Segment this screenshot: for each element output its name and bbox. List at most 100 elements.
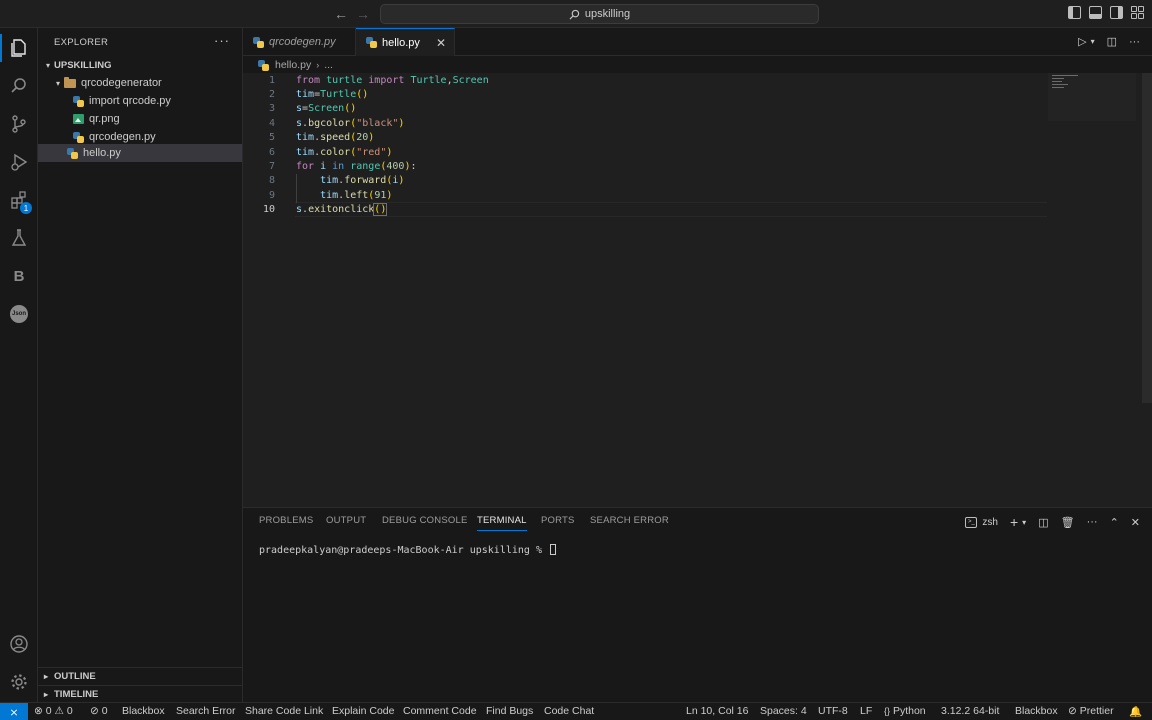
- split-editor-icon[interactable]: ◫: [1107, 35, 1117, 48]
- code-line: 2 tim=Turtle(): [268, 89, 369, 101]
- tab-qrcodegen[interactable]: qrcodegen.py: [243, 28, 356, 56]
- status-code-chat[interactable]: Code Chat: [544, 705, 594, 717]
- account-icon[interactable]: [0, 626, 38, 662]
- more-actions-icon[interactable]: ···: [1129, 36, 1140, 48]
- python-file-icon: [67, 147, 78, 159]
- extensions-badge: 1: [20, 202, 32, 214]
- search-label: upskilling: [584, 8, 631, 20]
- status-blackbox-right[interactable]: Blackbox: [1015, 705, 1058, 717]
- file-import-qrcode[interactable]: import qrcode.py: [38, 92, 242, 110]
- toggle-secondary-sidebar-icon[interactable]: [1110, 6, 1123, 19]
- terminal-selector[interactable]: >_ zsh: [965, 516, 998, 528]
- toggle-primary-sidebar-icon[interactable]: [1068, 6, 1081, 19]
- split-terminal-icon[interactable]: ◫: [1038, 516, 1048, 529]
- code-text: tim=Turtle(): [296, 89, 369, 101]
- tab-ports[interactable]: PORTS: [541, 515, 575, 526]
- status-bar: ⨯ ⊗ 0 ⚠ 0 ⊘ 0 Blackbox Search Error Shar…: [0, 702, 1152, 720]
- settings-gear-icon[interactable]: [0, 664, 38, 700]
- extensions-icon[interactable]: 1: [0, 182, 38, 218]
- chevron-down-icon[interactable]: ▾: [1091, 37, 1095, 46]
- tab-debug-console[interactable]: DEBUG CONSOLE: [382, 515, 467, 526]
- tab-search-error[interactable]: SEARCH ERROR: [590, 515, 669, 526]
- cursor-position[interactable]: Ln 10, Col 16: [686, 705, 748, 717]
- code-text: tim.forward(i): [320, 175, 405, 187]
- more-actions-icon[interactable]: ···: [214, 33, 230, 48]
- run-icon[interactable]: ▷: [1078, 35, 1086, 48]
- status-explain-code[interactable]: Explain Code: [332, 705, 394, 717]
- layout-controls: [1068, 6, 1144, 19]
- editor-actions: ▷ ▾ ◫ ···: [1078, 35, 1140, 49]
- code-text: for i in range(400):: [296, 161, 417, 173]
- close-icon[interactable]: ✕: [436, 36, 446, 50]
- python-interpreter[interactable]: 3.12.2 64-bit: [941, 705, 999, 717]
- status-blackbox[interactable]: Blackbox: [122, 705, 165, 717]
- code-text: from turtle import Turtle,Screen: [296, 74, 489, 86]
- search-icon[interactable]: [0, 68, 38, 104]
- remote-indicator-icon[interactable]: ⨯: [0, 703, 28, 720]
- code-line: 4 s.bgcolor("black"): [268, 117, 405, 129]
- status-find-bugs[interactable]: Find Bugs: [486, 705, 533, 717]
- minimap[interactable]: [1048, 73, 1136, 121]
- panel-actions: >_ zsh + ▾ ◫ 🗑 ··· ⌃ ✕: [965, 514, 1140, 530]
- maximize-panel-icon[interactable]: ⌃: [1110, 516, 1119, 529]
- activity-bar: 1 B Json: [0, 28, 38, 702]
- braces-icon: {}: [884, 706, 891, 716]
- tab-problems[interactable]: PROBLEMS: [259, 515, 313, 526]
- problems-indicator[interactable]: ⊗ 0 ⚠ 0: [34, 705, 73, 717]
- code-line: 7 for i in range(400):: [268, 161, 417, 173]
- run-debug-icon[interactable]: [0, 144, 38, 180]
- file-hello[interactable]: hello.py: [38, 144, 242, 162]
- notifications-bell-icon[interactable]: 🔔: [1129, 705, 1142, 718]
- breadcrumb-symbol[interactable]: ...: [324, 59, 333, 71]
- blackbox-b-icon[interactable]: B: [0, 258, 38, 294]
- outline-section[interactable]: ▸ OUTLINE: [38, 667, 242, 685]
- breadcrumb: hello.py › ...: [243, 57, 333, 73]
- new-terminal-icon[interactable]: +: [1010, 514, 1018, 530]
- timeline-section[interactable]: ▸ TIMELINE: [38, 685, 242, 703]
- explorer-icon[interactable]: [0, 30, 38, 66]
- chevron-down-icon: ▾: [45, 60, 50, 70]
- status-share-code-link[interactable]: Share Code Link: [245, 705, 323, 717]
- prettier-status[interactable]: ⊘ Prettier: [1068, 705, 1114, 717]
- terminal-prompt[interactable]: pradeepkalyan@pradeeps-MacBook-Air upski…: [259, 544, 556, 556]
- code-line: 8 tim.forward(i): [268, 175, 405, 187]
- tab-hello[interactable]: hello.py ✕: [356, 28, 455, 56]
- status-search-error[interactable]: Search Error: [176, 705, 236, 717]
- close-panel-icon[interactable]: ✕: [1131, 516, 1140, 529]
- line-ending[interactable]: LF: [860, 705, 872, 717]
- code-line: 9 tim.left(91): [268, 189, 393, 201]
- json-icon[interactable]: Json: [0, 296, 38, 332]
- ports-icon: ⊘: [90, 705, 99, 717]
- testing-icon[interactable]: [0, 220, 38, 256]
- code-line: 3 s=Screen(): [268, 103, 357, 115]
- code-line: 5 tim.speed(20): [268, 132, 375, 144]
- ports-indicator[interactable]: ⊘ 0: [90, 705, 108, 717]
- status-comment-code[interactable]: Comment Code: [403, 705, 477, 717]
- encoding[interactable]: UTF-8: [818, 705, 848, 717]
- code-editor[interactable]: 1 from turtle import Turtle,Screen 2 tim…: [243, 73, 1152, 507]
- more-actions-icon[interactable]: ···: [1087, 516, 1098, 528]
- language-mode[interactable]: {} Python: [884, 705, 926, 717]
- chevron-down-icon[interactable]: ▾: [1022, 518, 1026, 527]
- error-icon: ⊗: [34, 705, 43, 717]
- back-arrow-icon[interactable]: ←: [334, 6, 348, 22]
- current-line-highlight: [295, 202, 1047, 217]
- code-line: 10 s.exitonclick(): [262, 203, 388, 217]
- tab-output[interactable]: OUTPUT: [326, 515, 366, 526]
- workspace-root[interactable]: ▾ UPSKILLING: [38, 56, 242, 74]
- command-center-search[interactable]: upskilling: [380, 4, 819, 24]
- code-text: s=Screen(): [296, 103, 357, 115]
- python-file-icon: [366, 37, 377, 48]
- source-control-icon[interactable]: [0, 106, 38, 142]
- customize-layout-icon[interactable]: [1131, 6, 1144, 19]
- editor-scrollbar[interactable]: [1142, 73, 1152, 403]
- indentation[interactable]: Spaces: 4: [760, 705, 807, 717]
- folder-qrcodegenerator[interactable]: ▾ qrcodegenerator: [38, 74, 242, 92]
- breadcrumb-file[interactable]: hello.py: [275, 59, 311, 71]
- toggle-panel-icon[interactable]: [1089, 6, 1102, 19]
- terminal-icon: >_: [965, 516, 978, 528]
- tab-terminal[interactable]: TERMINAL: [477, 515, 527, 531]
- file-qr-png[interactable]: qr.png: [38, 110, 242, 128]
- trash-icon[interactable]: 🗑: [1061, 516, 1075, 529]
- forward-arrow-icon[interactable]: →: [356, 6, 370, 22]
